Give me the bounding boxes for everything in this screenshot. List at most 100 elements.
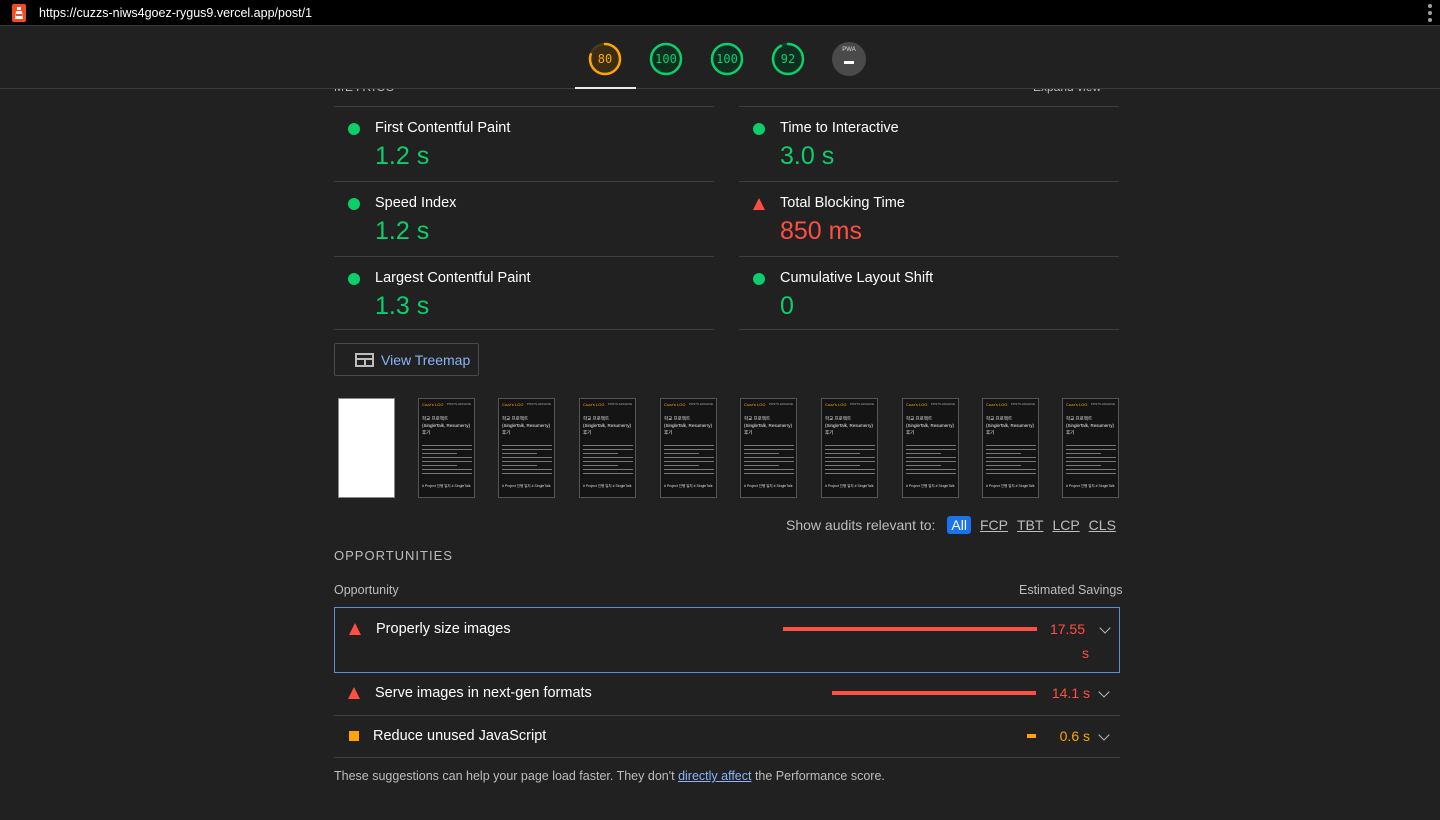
fail-indicator-icon [349,623,361,635]
footer-text: These suggestions can help your page loa… [334,769,679,783]
opportunity-title: Serve images in next-gen formats [375,685,592,701]
filmstrip-frame: Cuzz's LOG POSTS ARCHIVE 학교 프로젝트 (SingleTa… [1062,398,1119,498]
frame-text-lines [583,445,633,477]
pwa-label: PWA [842,47,856,53]
filmstrip-frame: Cuzz's LOG POSTS ARCHIVE 학교 프로젝트 (SingleTa… [902,398,959,498]
metric-fcp: First Contentful Paint 1.2 s [334,106,714,181]
performance-gauge[interactable]: 80 [588,42,622,76]
metric-value: 1.2 s [375,142,430,170]
metric-tbt: Total Blocking Time 850 ms [739,181,1119,256]
filter-chip-fcp[interactable]: FCP [980,517,1008,533]
frame-text-lines [422,445,472,477]
filter-chip-all[interactable]: All [947,516,971,534]
savings-bar [783,627,1037,631]
frame-ft: 학교 프로젝트 (SingleTalk, Resumerry) 후기 [906,416,955,435]
chevron-down-icon[interactable] [1099,622,1111,634]
filter-chip-tbt[interactable]: TBT [1017,517,1043,533]
url-text[interactable]: https://cuzzs-niws4goez-rygus9.vercel.ap… [39,6,312,20]
filter-chip-cls[interactable]: CLS [1089,517,1116,533]
view-treemap-button[interactable]: View Treemap [334,343,479,376]
seo-gauge[interactable]: 92 [771,42,805,76]
best-practices-gauge[interactable]: 100 [710,42,744,76]
filmstrip-frame: Cuzz's LOG POSTS ARCHIVE 학교 프로젝트 (SingleTa… [579,398,636,498]
frame-text-lines [825,445,875,477]
filmstrip-frame: Cuzz's LOG POSTS ARCHIVE 학교 프로젝트 (SingleTa… [982,398,1039,498]
frame-fh: Cuzz's LOG [502,402,524,407]
metric-value: 1.2 s [375,217,430,245]
chevron-down-icon[interactable] [1098,686,1110,698]
filter-chip-lcp[interactable]: LCP [1052,517,1079,533]
frame-fb: # Project 진행 일지 # SingleTalk [744,484,793,488]
filmstrip-frame: Cuzz's LOG POSTS ARCHIVE 학교 프로젝트 (SingleTa… [418,398,475,498]
savings-column-header: Estimated Savings [1019,583,1123,597]
frame-ft: 학교 프로젝트 (SingleTalk, Resumerry) 후기 [502,416,551,435]
chevron-down-icon[interactable] [1098,729,1110,741]
pwa-dash-icon [844,61,854,64]
metric-speed-index: Speed Index 1.2 s [334,181,714,256]
opportunity-row-properly-size-images[interactable]: Properly size images 17.55 s [334,607,1120,673]
frame-fh2: POSTS ARCHIVE [526,402,551,406]
score-gauges: 80 100 100 92 PWA [588,42,893,76]
metric-title: Speed Index [375,195,457,211]
frame-fh: Cuzz's LOG [1066,402,1088,407]
frame-ft: 학교 프로젝트 (SingleTalk, Resumerry) 후기 [744,416,793,435]
pass-indicator-icon [348,198,360,210]
metric-value: 1.3 s [375,292,430,320]
metric-value: 3.0 s [780,142,835,170]
pass-indicator-icon [753,273,765,285]
directly-affect-link[interactable]: directly affect [678,769,751,783]
active-tab-indicator [575,87,636,89]
footer-note: These suggestions can help your page loa… [334,769,885,783]
footer-text: the Performance score. [751,769,885,783]
frame-ft: 학교 프로젝트 (SingleTalk, Resumerry) 후기 [986,416,1035,435]
frame-fh2: POSTS ARCHIVE [1090,402,1115,406]
treemap-label: View Treemap [381,351,471,368]
fail-indicator-icon [348,687,360,699]
frame-text-lines [502,445,552,477]
gauge-score: 80 [597,52,613,66]
metric-title: Largest Contentful Paint [375,270,531,286]
metric-title: First Contentful Paint [375,120,511,136]
metric-value: 0 [780,292,794,320]
opportunity-column-header: Opportunity [334,583,399,597]
frame-ft: 학교 프로젝트 (SingleTalk, Resumerry) 후기 [583,416,632,435]
frame-ft: 학교 프로젝트 (SingleTalk, Resumerry) 후기 [825,416,874,435]
metric-value: 850 ms [780,217,862,245]
frame-ft: 학교 프로젝트 (SingleTalk, Resumerry) 후기 [422,416,471,435]
divider [334,329,714,330]
lighthouse-icon [12,3,26,22]
frame-fb: # Project 진행 일지 # SingleTalk [986,484,1035,488]
frame-fb: # Project 진행 일지 # SingleTalk [825,484,874,488]
opportunity-row-unused-javascript[interactable]: Reduce unused JavaScript 0.6 s [334,716,1120,758]
frame-fh: Cuzz's LOG [825,402,847,407]
more-options-icon[interactable] [1428,4,1432,22]
accessibility-gauge[interactable]: 100 [649,42,683,76]
savings-value: 14.1 s [1051,685,1090,701]
frame-fh: Cuzz's LOG [986,402,1008,407]
opportunity-title: Reduce unused JavaScript [373,728,547,744]
metric-title: Time to Interactive [780,120,899,136]
filmstrip-frame: Cuzz's LOG POSTS ARCHIVE 학교 프로젝트 (SingleTa… [821,398,878,498]
url-bar: https://cuzzs-niws4goez-rygus9.vercel.ap… [0,0,1440,26]
frame-text-lines [744,445,794,477]
savings-bar [831,691,1036,695]
metric-lcp: Largest Contentful Paint 1.3 s [334,256,714,331]
filmstrip-frame [338,398,395,498]
gauge-score: 92 [780,52,796,66]
savings-bar [1027,734,1036,738]
frame-fb: # Project 진행 일지 # SingleTalk [422,484,471,488]
savings-value: 17.55 [1049,621,1085,637]
savings-value: 0.6 s [1059,728,1090,744]
metric-title: Cumulative Layout Shift [780,270,934,286]
frame-fb: # Project 진행 일지 # SingleTalk [664,484,713,488]
divider [739,329,1119,330]
pwa-gauge[interactable]: PWA [832,42,866,76]
sticky-header: 80 100 100 92 PWA [0,27,1440,89]
frame-fb: # Project 진행 일지 # SingleTalk [583,484,632,488]
frame-ft: 학교 프로젝트 (SingleTalk, Resumerry) 후기 [1066,416,1115,435]
opportunity-row-next-gen-formats[interactable]: Serve images in next-gen formats 14.1 s [334,673,1120,715]
frame-fb: # Project 진행 일지 # SingleTalk [906,484,955,488]
fail-indicator-icon [753,198,765,210]
filter-label: Show audits relevant to: [786,517,936,533]
frame-fh: Cuzz's LOG [583,402,605,407]
